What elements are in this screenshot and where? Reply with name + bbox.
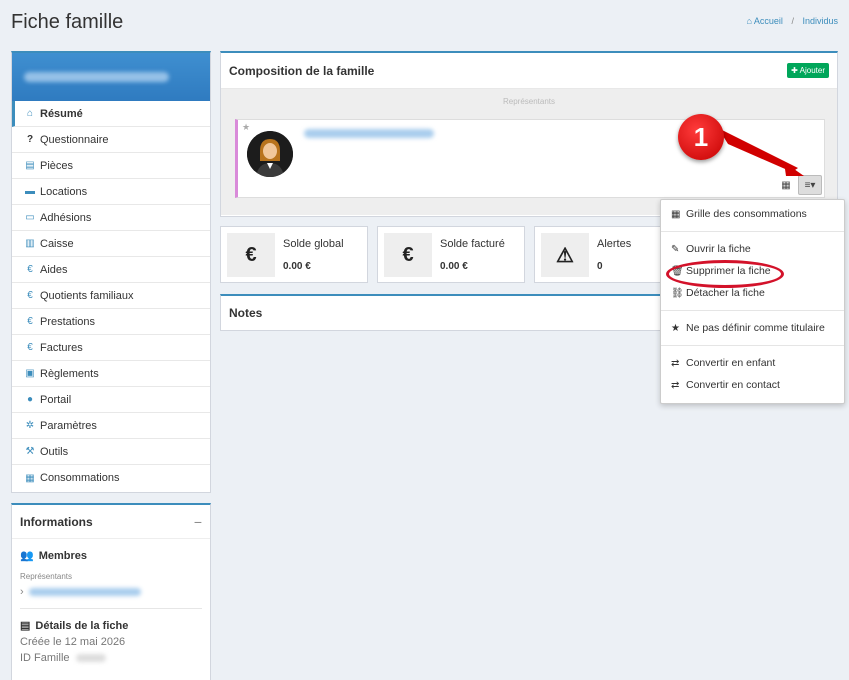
calendar-icon: ▦ <box>671 208 681 220</box>
menu-item-convertir-contact[interactable]: ⇄ Convertir en contact <box>661 374 844 396</box>
menu-item-ouvrir[interactable]: ✎ Ouvrir la fiche <box>661 238 844 260</box>
pencil-icon: ✎ <box>671 243 680 255</box>
highlight-ellipse <box>666 260 784 288</box>
menu-item-titulaire[interactable]: ★ Ne pas définir comme titulaire <box>661 317 844 339</box>
exchange-icon: ⇄ <box>671 379 680 391</box>
menu-item-convertir-enfant[interactable]: ⇄ Convertir en enfant <box>661 352 844 374</box>
star-icon: ★ <box>671 322 680 334</box>
callout-number: 1 <box>678 114 724 160</box>
menu-item-grille[interactable]: ▦ Grille des consommations <box>661 203 844 225</box>
exchange-icon: ⇄ <box>671 357 680 369</box>
unlink-icon: ⛓ <box>671 287 684 299</box>
actions-dropdown-menu: ▦ Grille des consommations ✎ Ouvrir la fic… <box>660 199 845 404</box>
